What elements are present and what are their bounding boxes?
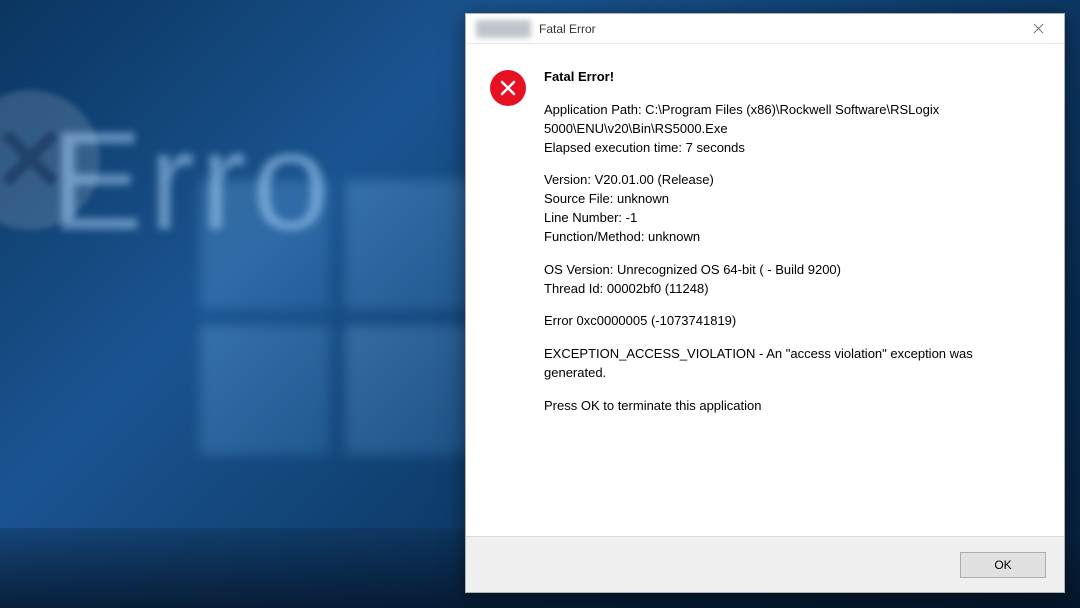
ok-button[interactable]: OK [960,552,1046,578]
error-dialog: Fatal Error Fatal Error! Application Pat… [465,13,1065,593]
dialog-body: Fatal Error! Application Path: C:\Progra… [466,44,1064,536]
press-ok-text: Press OK to terminate this application [544,397,1034,416]
app-path-text: Application Path: C:\Program Files (x86)… [544,101,1034,139]
close-icon [1033,23,1044,34]
close-button[interactable] [1018,17,1058,41]
error-code-text: Error 0xc0000005 (-1073741819) [544,312,1034,331]
dialog-content: Fatal Error! Application Path: C:\Progra… [544,68,1034,526]
dialog-footer: OK [466,536,1064,592]
error-heading: Fatal Error! [544,68,1034,87]
version-text: Version: V20.01.00 (Release) [544,171,1034,190]
dialog-titlebar[interactable]: Fatal Error [466,14,1064,44]
dialog-title: Fatal Error [539,22,1018,36]
background-windows-logo [200,180,480,460]
exception-message-text: EXCEPTION_ACCESS_VIOLATION - An "access … [544,345,1034,383]
function-method-text: Function/Method: unknown [544,228,1034,247]
source-file-text: Source File: unknown [544,190,1034,209]
line-number-text: Line Number: -1 [544,209,1034,228]
os-version-text: OS Version: Unrecognized OS 64-bit ( - B… [544,261,1034,280]
error-icon [490,70,526,106]
thread-id-text: Thread Id: 00002bf0 (11248) [544,280,1034,299]
titlebar-app-icon [476,20,531,38]
elapsed-time-text: Elapsed execution time: 7 seconds [544,139,1034,158]
